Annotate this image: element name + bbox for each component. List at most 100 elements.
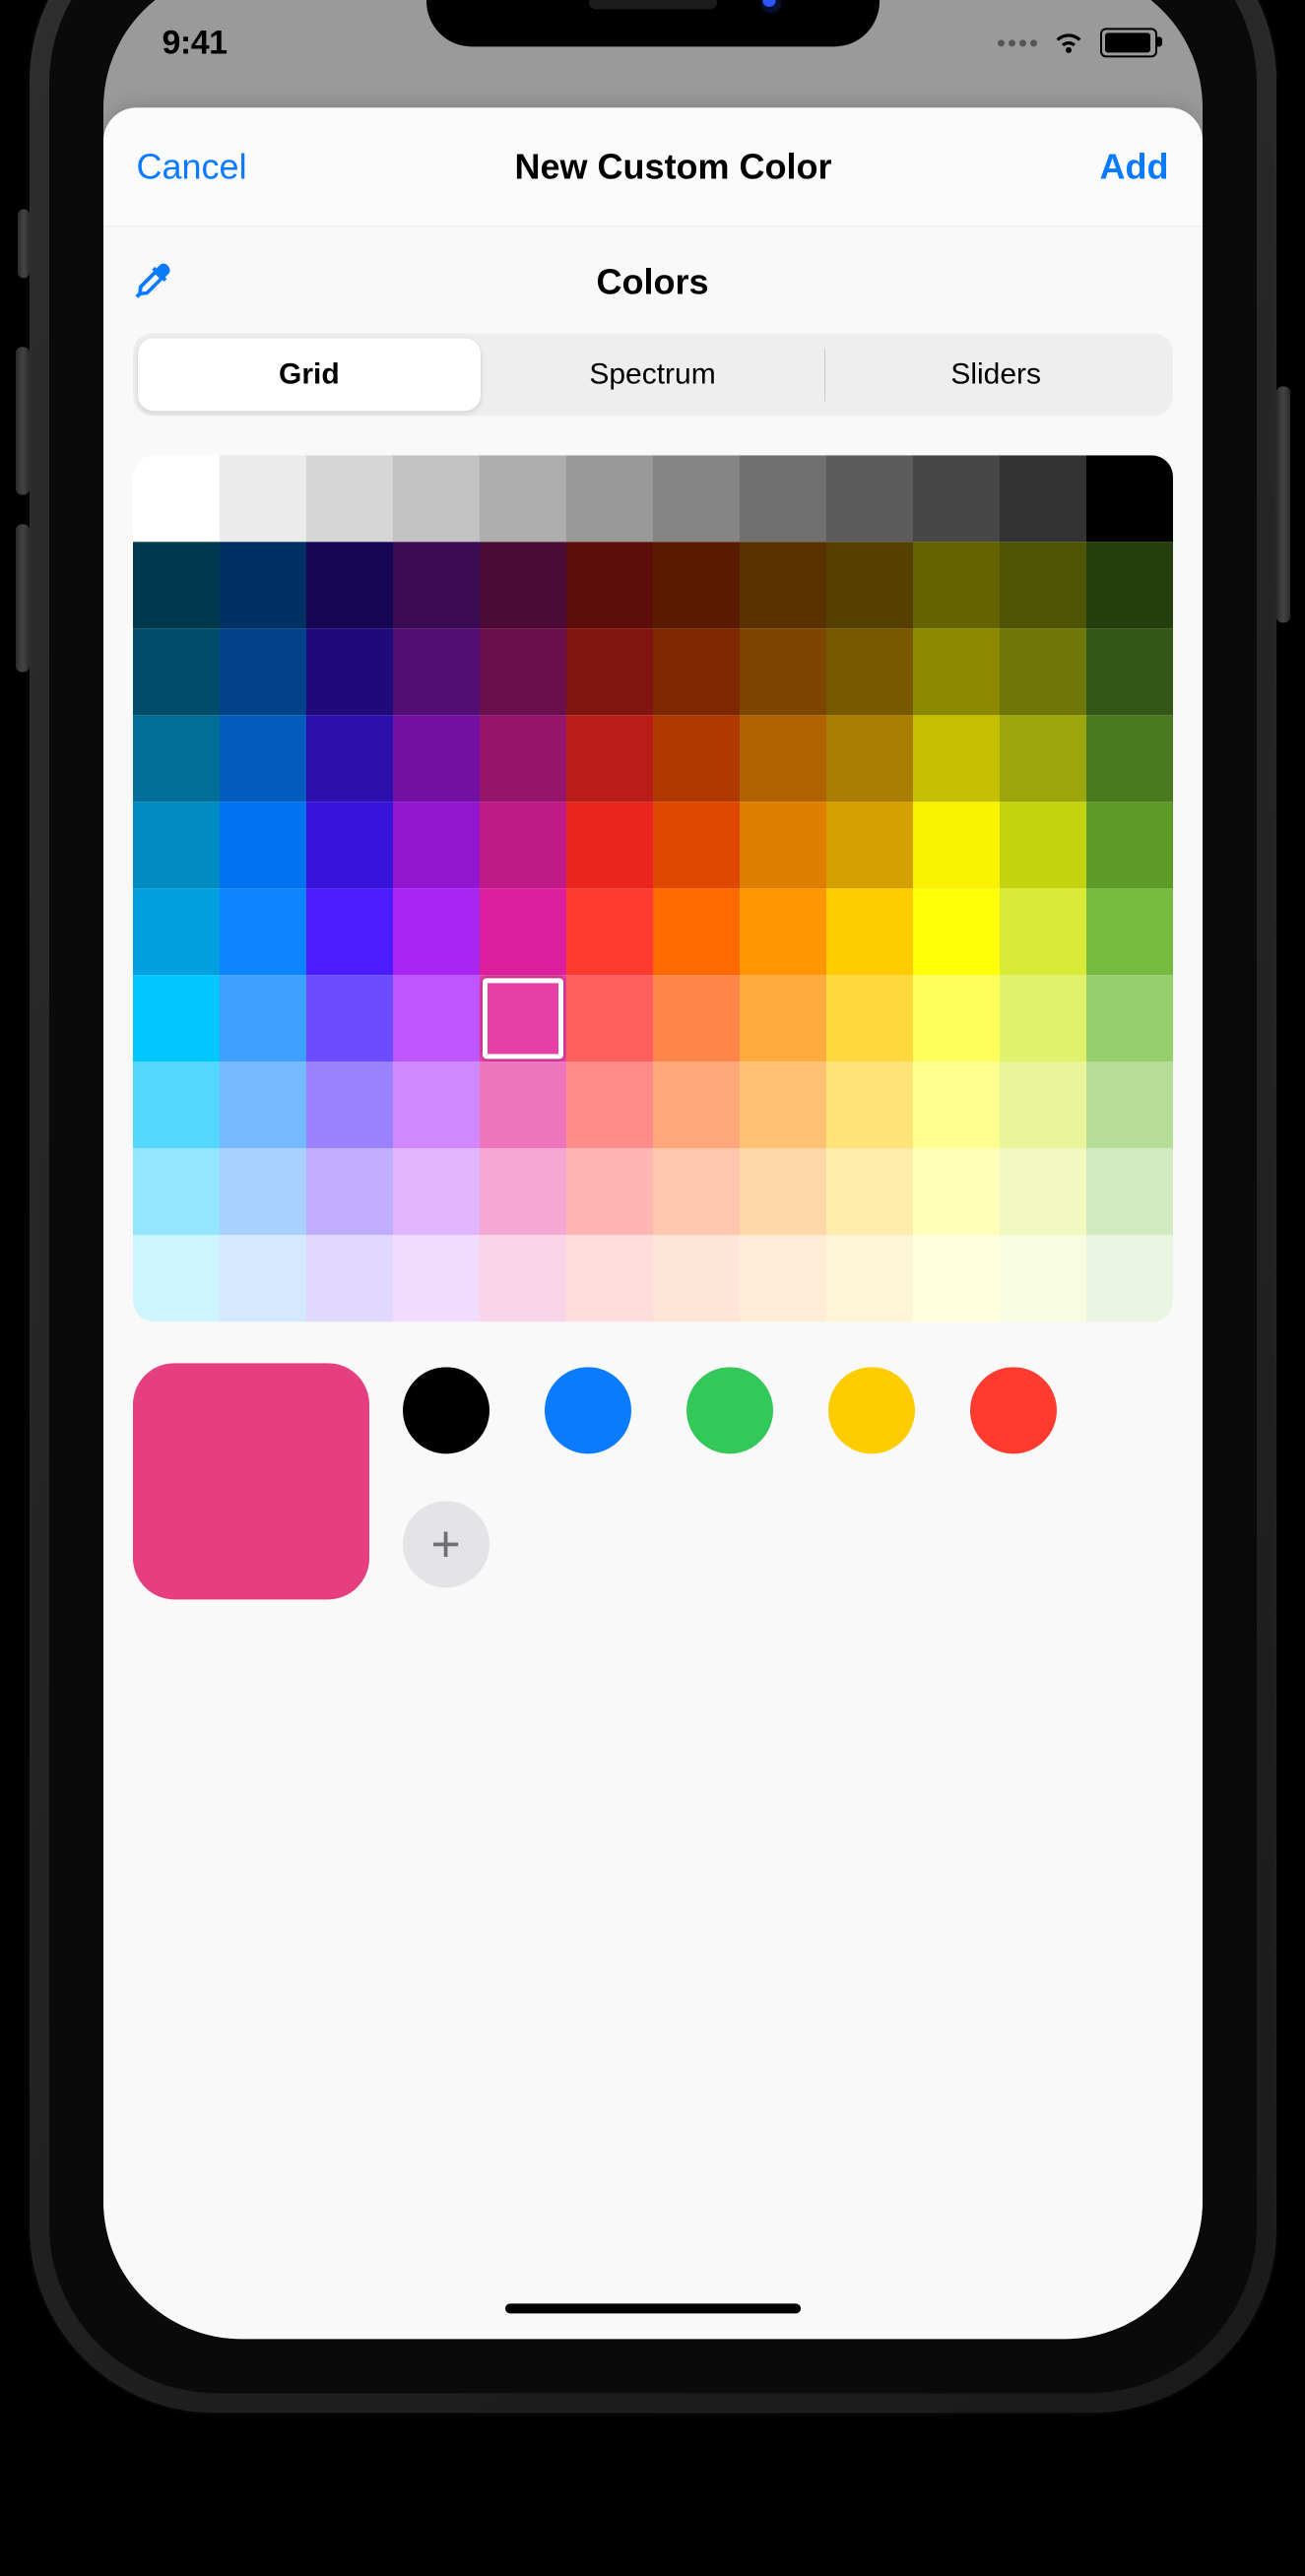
- color-swatch[interactable]: [133, 1148, 220, 1235]
- color-swatch[interactable]: [566, 802, 653, 888]
- color-swatch[interactable]: [480, 1062, 566, 1148]
- color-swatch[interactable]: [220, 1235, 306, 1321]
- color-swatch[interactable]: [566, 975, 653, 1062]
- color-swatch[interactable]: [826, 1062, 913, 1148]
- color-swatch[interactable]: [740, 1062, 826, 1148]
- color-swatch[interactable]: [393, 542, 480, 628]
- color-swatch[interactable]: [1086, 628, 1173, 715]
- color-swatch[interactable]: [826, 455, 913, 542]
- color-swatch[interactable]: [306, 975, 393, 1062]
- color-swatch[interactable]: [1000, 888, 1086, 975]
- color-swatch[interactable]: [826, 1148, 913, 1235]
- color-swatch[interactable]: [653, 1235, 740, 1321]
- color-swatch[interactable]: [480, 802, 566, 888]
- color-swatch[interactable]: [220, 975, 306, 1062]
- color-swatch[interactable]: [393, 455, 480, 542]
- color-swatch[interactable]: [220, 1148, 306, 1235]
- color-swatch[interactable]: [1000, 542, 1086, 628]
- color-swatch[interactable]: [1000, 1148, 1086, 1235]
- color-swatch[interactable]: [480, 975, 566, 1062]
- color-swatch[interactable]: [1086, 1148, 1173, 1235]
- color-swatch[interactable]: [653, 455, 740, 542]
- color-swatch[interactable]: [653, 715, 740, 802]
- color-swatch[interactable]: [826, 542, 913, 628]
- color-swatch[interactable]: [306, 628, 393, 715]
- color-swatch[interactable]: [1086, 542, 1173, 628]
- color-swatch[interactable]: [826, 802, 913, 888]
- color-swatch[interactable]: [220, 802, 306, 888]
- color-swatch[interactable]: [306, 542, 393, 628]
- color-swatch[interactable]: [566, 1148, 653, 1235]
- color-swatch[interactable]: [740, 802, 826, 888]
- color-swatch[interactable]: [566, 715, 653, 802]
- color-swatch[interactable]: [393, 628, 480, 715]
- color-swatch[interactable]: [133, 888, 220, 975]
- tab-grid[interactable]: Grid: [138, 338, 482, 411]
- color-swatch[interactable]: [740, 1148, 826, 1235]
- color-swatch[interactable]: [740, 888, 826, 975]
- color-swatch[interactable]: [740, 455, 826, 542]
- color-swatch[interactable]: [1000, 1062, 1086, 1148]
- color-swatch[interactable]: [740, 542, 826, 628]
- preset-color[interactable]: [403, 1367, 489, 1453]
- color-swatch[interactable]: [393, 888, 480, 975]
- color-swatch[interactable]: [393, 1235, 480, 1321]
- add-button[interactable]: Add: [1100, 146, 1169, 187]
- preset-color[interactable]: [545, 1367, 631, 1453]
- color-swatch[interactable]: [653, 542, 740, 628]
- color-swatch[interactable]: [306, 455, 393, 542]
- color-swatch[interactable]: [913, 1062, 1000, 1148]
- color-swatch[interactable]: [653, 628, 740, 715]
- color-swatch[interactable]: [133, 1235, 220, 1321]
- color-swatch[interactable]: [1086, 1062, 1173, 1148]
- color-swatch[interactable]: [653, 975, 740, 1062]
- preset-color[interactable]: [828, 1367, 915, 1453]
- color-swatch[interactable]: [1000, 455, 1086, 542]
- color-swatch[interactable]: [1086, 455, 1173, 542]
- color-swatch[interactable]: [913, 1148, 1000, 1235]
- preset-color[interactable]: [970, 1367, 1057, 1453]
- color-swatch[interactable]: [913, 542, 1000, 628]
- color-swatch[interactable]: [480, 1235, 566, 1321]
- color-swatch[interactable]: [913, 715, 1000, 802]
- color-swatch[interactable]: [133, 715, 220, 802]
- color-swatch[interactable]: [306, 1148, 393, 1235]
- color-swatch[interactable]: [480, 1148, 566, 1235]
- color-swatch[interactable]: [740, 715, 826, 802]
- color-swatch[interactable]: [133, 628, 220, 715]
- silence-switch[interactable]: [18, 209, 30, 278]
- color-swatch[interactable]: [566, 888, 653, 975]
- color-swatch[interactable]: [653, 1148, 740, 1235]
- color-swatch[interactable]: [1000, 1235, 1086, 1321]
- color-swatch[interactable]: [913, 975, 1000, 1062]
- color-swatch[interactable]: [913, 455, 1000, 542]
- color-swatch[interactable]: [1000, 802, 1086, 888]
- color-swatch[interactable]: [826, 1235, 913, 1321]
- color-swatch[interactable]: [220, 1062, 306, 1148]
- tab-sliders[interactable]: Sliders: [824, 338, 1168, 411]
- color-swatch[interactable]: [566, 542, 653, 628]
- color-swatch[interactable]: [913, 888, 1000, 975]
- color-swatch[interactable]: [653, 1062, 740, 1148]
- color-swatch[interactable]: [740, 975, 826, 1062]
- color-swatch[interactable]: [826, 888, 913, 975]
- color-swatch[interactable]: [653, 888, 740, 975]
- color-swatch[interactable]: [480, 542, 566, 628]
- color-swatch[interactable]: [913, 802, 1000, 888]
- color-swatch[interactable]: [1086, 1235, 1173, 1321]
- color-swatch[interactable]: [220, 542, 306, 628]
- color-swatch[interactable]: [566, 1062, 653, 1148]
- color-swatch[interactable]: [306, 1235, 393, 1321]
- color-swatch[interactable]: [913, 1235, 1000, 1321]
- color-swatch[interactable]: [133, 975, 220, 1062]
- color-swatch[interactable]: [826, 628, 913, 715]
- color-swatch[interactable]: [1000, 975, 1086, 1062]
- color-swatch[interactable]: [133, 802, 220, 888]
- color-swatch[interactable]: [740, 628, 826, 715]
- add-preset-button[interactable]: +: [403, 1501, 489, 1587]
- color-swatch[interactable]: [1086, 715, 1173, 802]
- color-swatch[interactable]: [913, 628, 1000, 715]
- power-button[interactable]: [1276, 386, 1290, 622]
- color-swatch[interactable]: [480, 888, 566, 975]
- color-swatch[interactable]: [480, 628, 566, 715]
